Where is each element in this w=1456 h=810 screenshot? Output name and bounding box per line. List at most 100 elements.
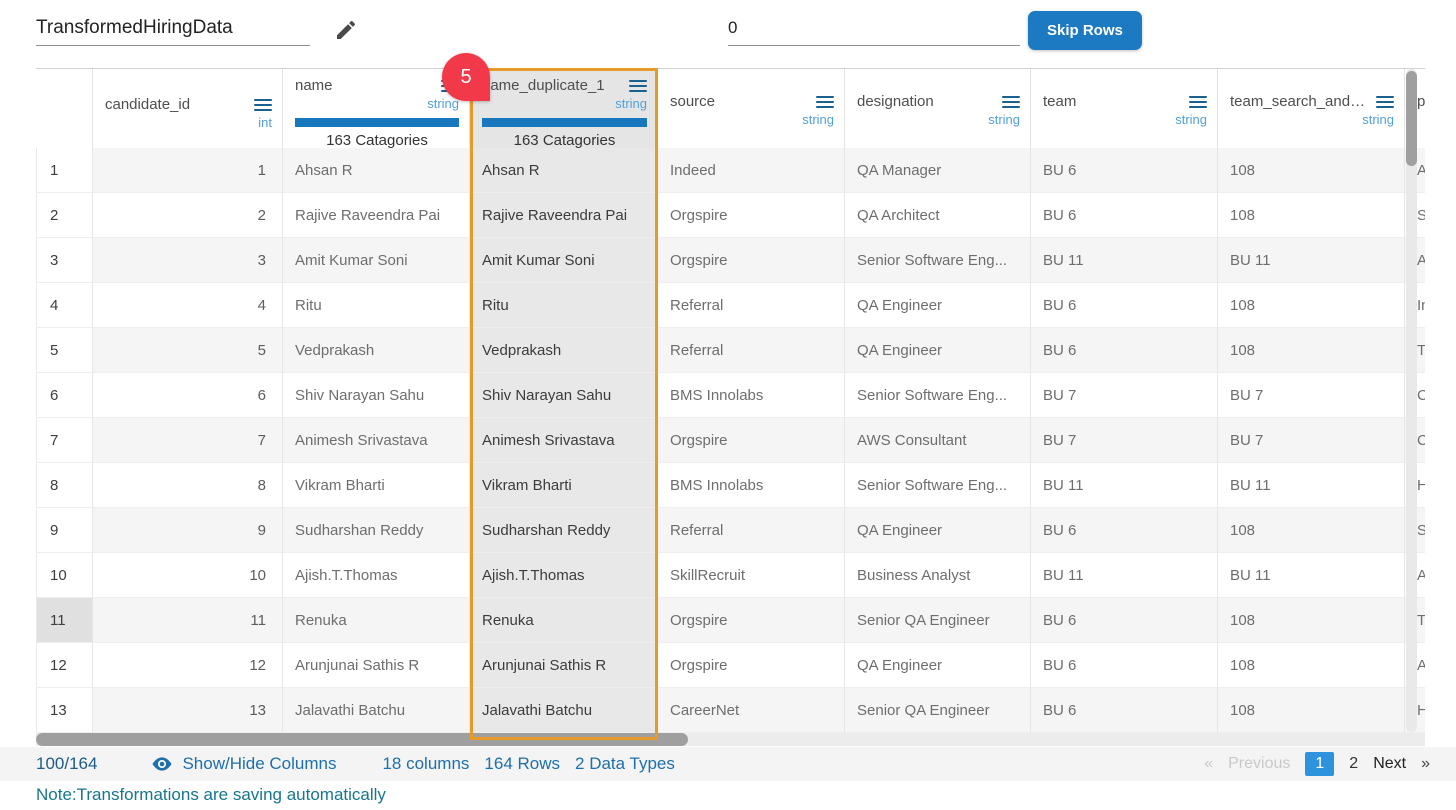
- table-cell[interactable]: Arunjunai Sathis R: [283, 643, 470, 688]
- table-cell[interactable]: Animesh Srivastava: [283, 418, 470, 463]
- first-page-arrow[interactable]: «: [1204, 755, 1213, 773]
- row-number[interactable]: 4: [36, 283, 93, 328]
- table-cell[interactable]: 108: [1218, 508, 1405, 553]
- row-number[interactable]: 1: [36, 148, 93, 193]
- table-cell[interactable]: Shiv Narayan Sahu: [470, 373, 658, 418]
- table-cell[interactable]: BU 6: [1031, 193, 1218, 238]
- row-number[interactable]: 3: [36, 238, 93, 283]
- table-cell[interactable]: Orgspire: [658, 193, 845, 238]
- table-cell[interactable]: Referral: [658, 283, 845, 328]
- table-cell[interactable]: BU 11: [1031, 463, 1218, 508]
- table-cell[interactable]: Ahsan R: [470, 148, 658, 193]
- column-menu-icon[interactable]: [816, 96, 834, 108]
- table-cell[interactable]: BU 7: [1031, 373, 1218, 418]
- table-cell[interactable]: Senior Software Eng...: [845, 463, 1031, 508]
- data-types-label[interactable]: 2 Data Types: [575, 754, 675, 774]
- previous-page-button[interactable]: Previous: [1228, 755, 1290, 773]
- column-header-team[interactable]: team string: [1031, 69, 1218, 155]
- table-cell[interactable]: SkillRecruit: [658, 553, 845, 598]
- column-menu-icon[interactable]: [254, 99, 272, 111]
- table-cell[interactable]: QA Engineer: [845, 328, 1031, 373]
- table-cell[interactable]: BU 7: [1031, 418, 1218, 463]
- row-number[interactable]: 13: [36, 688, 93, 733]
- row-number[interactable]: 7: [36, 418, 93, 463]
- table-cell[interactable]: QA Engineer: [845, 508, 1031, 553]
- column-header-name-duplicate-1[interactable]: name_duplicate_1 string 163 Catagories: [470, 69, 658, 155]
- vertical-scrollbar-thumb[interactable]: [1406, 71, 1417, 166]
- table-cell[interactable]: Arunjunai Sathis R: [470, 643, 658, 688]
- table-cell[interactable]: Referral: [658, 328, 845, 373]
- table-cell[interactable]: Sudharshan Reddy: [470, 508, 658, 553]
- table-cell[interactable]: Ritu: [470, 283, 658, 328]
- table-cell[interactable]: Jalavathi Batchu: [470, 688, 658, 733]
- table-cell[interactable]: QA Manager: [845, 148, 1031, 193]
- table-cell[interactable]: 5: [93, 328, 283, 373]
- table-cell[interactable]: Referral: [658, 508, 845, 553]
- table-cell[interactable]: Amit Kumar Soni: [470, 238, 658, 283]
- column-header-source[interactable]: source string: [658, 69, 845, 155]
- vertical-scrollbar[interactable]: [1406, 69, 1417, 732]
- table-cell[interactable]: 12: [93, 643, 283, 688]
- next-page-button[interactable]: Next: [1373, 755, 1406, 773]
- row-number[interactable]: 9: [36, 508, 93, 553]
- table-cell[interactable]: 8: [93, 463, 283, 508]
- table-cell[interactable]: QA Engineer: [845, 283, 1031, 328]
- table-cell[interactable]: BU 11: [1218, 553, 1405, 598]
- page-2-button[interactable]: 2: [1349, 755, 1358, 773]
- table-cell[interactable]: Senior Software Eng...: [845, 373, 1031, 418]
- table-cell[interactable]: BU 11: [1031, 553, 1218, 598]
- horizontal-scrollbar-thumb[interactable]: [36, 733, 688, 746]
- table-cell[interactable]: 1: [93, 148, 283, 193]
- table-cell[interactable]: 4: [93, 283, 283, 328]
- show-hide-columns-button[interactable]: Show/Hide Columns: [151, 753, 336, 775]
- table-cell[interactable]: Shiv Narayan Sahu: [283, 373, 470, 418]
- table-cell[interactable]: 9: [93, 508, 283, 553]
- columns-count-label[interactable]: 18 columns: [382, 754, 469, 774]
- table-cell[interactable]: BU 11: [1218, 238, 1405, 283]
- row-number[interactable]: 12: [36, 643, 93, 688]
- column-menu-icon[interactable]: [1189, 96, 1207, 108]
- table-cell[interactable]: Jalavathi Batchu: [283, 688, 470, 733]
- row-number[interactable]: 2: [36, 193, 93, 238]
- table-cell[interactable]: Amit Kumar Soni: [283, 238, 470, 283]
- table-cell[interactable]: Renuka: [470, 598, 658, 643]
- table-cell[interactable]: Ajish.T.Thomas: [470, 553, 658, 598]
- row-number[interactable]: 8: [36, 463, 93, 508]
- table-cell[interactable]: BU 6: [1031, 688, 1218, 733]
- horizontal-scrollbar[interactable]: [36, 733, 1425, 746]
- edit-pencil-icon[interactable]: [334, 18, 358, 42]
- table-cell[interactable]: 108: [1218, 283, 1405, 328]
- table-cell[interactable]: BU 11: [1031, 238, 1218, 283]
- skip-rows-button[interactable]: Skip Rows: [1028, 11, 1142, 50]
- table-cell[interactable]: BMS Innolabs: [658, 463, 845, 508]
- table-cell[interactable]: Vikram Bharti: [283, 463, 470, 508]
- column-menu-icon[interactable]: [1376, 96, 1394, 108]
- table-cell[interactable]: CareerNet: [658, 688, 845, 733]
- row-number[interactable]: 6: [36, 373, 93, 418]
- table-cell[interactable]: 108: [1218, 328, 1405, 373]
- table-cell[interactable]: BU 6: [1031, 598, 1218, 643]
- table-cell[interactable]: Indeed: [658, 148, 845, 193]
- rows-count-label[interactable]: 164 Rows: [484, 754, 560, 774]
- row-number[interactable]: 5: [36, 328, 93, 373]
- table-cell[interactable]: 10: [93, 553, 283, 598]
- table-cell[interactable]: 108: [1218, 193, 1405, 238]
- column-header-designation[interactable]: designation string: [845, 69, 1031, 155]
- table-cell[interactable]: BU 6: [1031, 148, 1218, 193]
- table-cell[interactable]: Orgspire: [658, 598, 845, 643]
- table-cell[interactable]: BU 6: [1031, 508, 1218, 553]
- row-number[interactable]: 10: [36, 553, 93, 598]
- table-cell[interactable]: BU 7: [1218, 418, 1405, 463]
- table-cell[interactable]: Orgspire: [658, 418, 845, 463]
- table-cell[interactable]: 3: [93, 238, 283, 283]
- page-1-button[interactable]: 1: [1305, 752, 1334, 776]
- skip-rows-input[interactable]: [728, 10, 1020, 46]
- table-cell[interactable]: Rajive Raveendra Pai: [470, 193, 658, 238]
- table-cell[interactable]: Vedprakash: [470, 328, 658, 373]
- table-cell[interactable]: QA Architect: [845, 193, 1031, 238]
- row-number[interactable]: 11: [36, 598, 93, 643]
- table-cell[interactable]: QA Engineer: [845, 643, 1031, 688]
- table-cell[interactable]: Vedprakash: [283, 328, 470, 373]
- table-cell[interactable]: BU 11: [1218, 463, 1405, 508]
- table-cell[interactable]: Rajive Raveendra Pai: [283, 193, 470, 238]
